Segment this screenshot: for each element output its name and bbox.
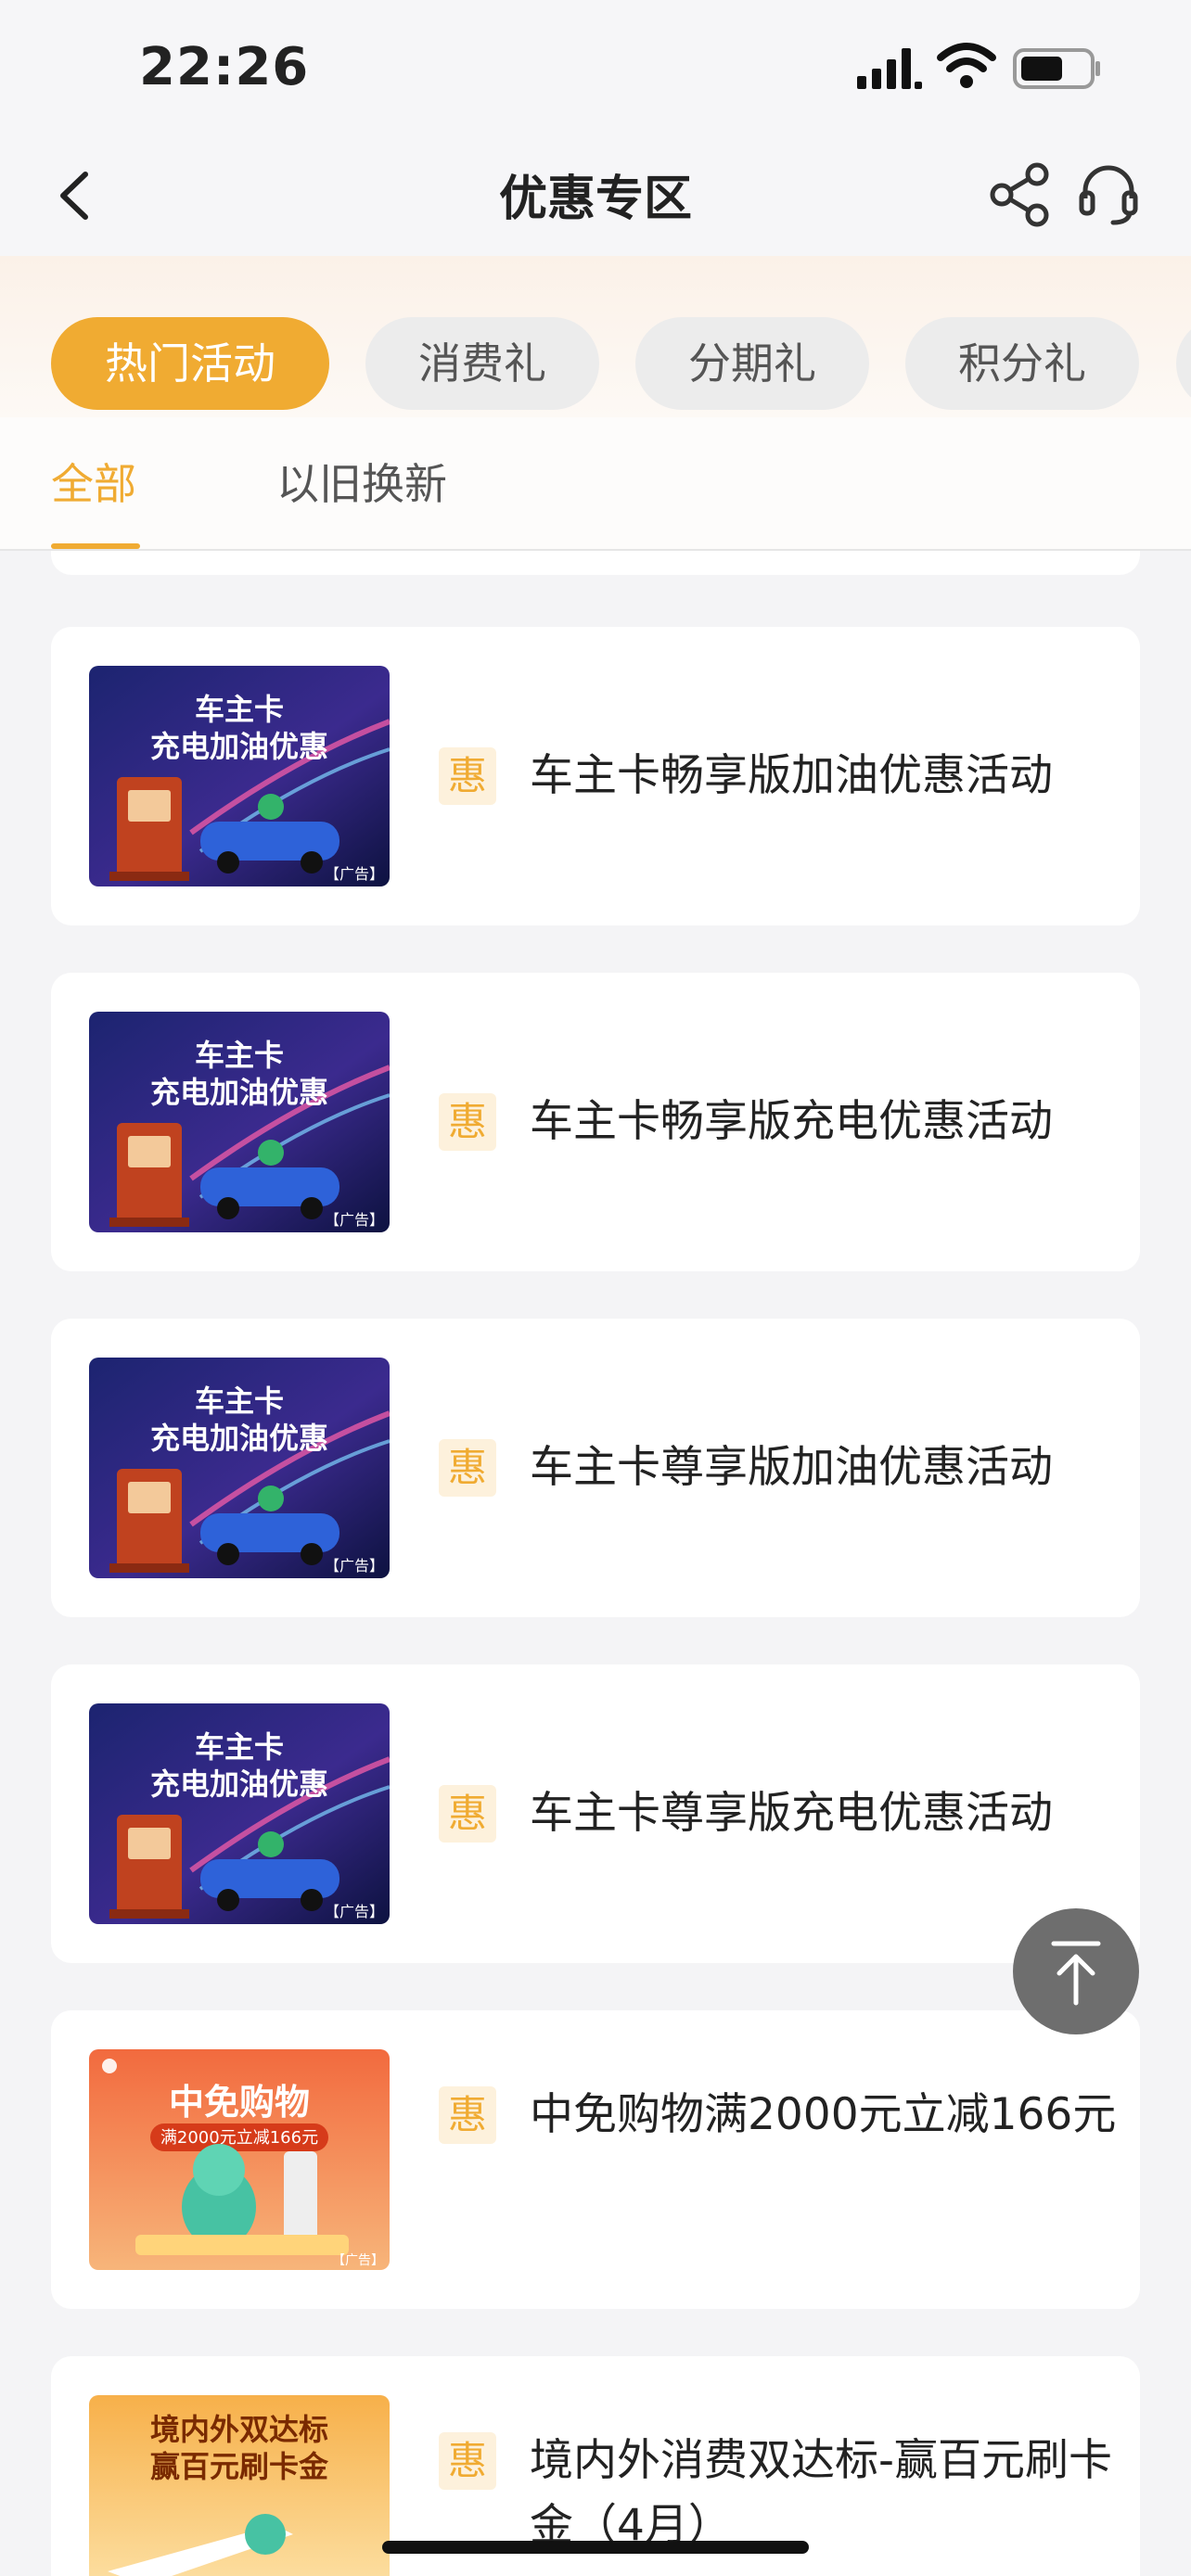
back-to-top-icon — [1051, 1941, 1101, 2006]
cellular-signal-icon — [857, 48, 922, 89]
banner-ad-label: 【广告】 — [325, 1903, 384, 1920]
banner-ad-label: 【广告】 — [325, 1557, 384, 1575]
chip-more[interactable] — [1176, 317, 1191, 410]
tab-trade-in[interactable]: 以旧换新 — [276, 451, 447, 512]
banner-line2: 赢百元刷卡金 — [150, 2449, 329, 2484]
offer-banner-image: 车主卡 充电加油优惠 【广告】 — [89, 1012, 390, 1232]
category-chips: 热门活动 消费礼 分期礼 积分礼 — [0, 256, 1191, 417]
discount-badge: 惠 — [439, 1093, 496, 1151]
list-item[interactable] — [51, 551, 1140, 575]
discount-badge: 惠 — [439, 1785, 496, 1843]
banner-line1: 车主卡 — [195, 1384, 284, 1419]
offer-banner-image: 车主卡 充电加油优惠 【广告】 — [89, 666, 390, 886]
banner-line2: 充电加油优惠 — [150, 1421, 328, 1456]
discount-badge: 惠 — [439, 1439, 496, 1497]
nav-bar: 优惠专区 — [0, 139, 1191, 256]
offer-banner-image: 车主卡 充电加油优惠 【广告】 — [89, 1703, 390, 1924]
offer-title: 中免购物满2000元立减166元 — [530, 2089, 1117, 2140]
offer-title: 车主卡尊享版加油优惠活动 — [530, 1442, 1053, 1493]
share-icon[interactable] — [987, 161, 1054, 228]
active-tab-indicator — [51, 543, 140, 549]
banner-line1: 车主卡 — [195, 692, 284, 727]
wifi-icon — [937, 43, 996, 88]
banner-line1: 中免购物 — [169, 2082, 310, 2123]
offer-list: 车主卡 充电加油优惠 【广告】 惠 车主卡畅享版加油优惠活动 车主卡 充电加油优… — [0, 551, 1191, 2576]
discount-badge: 惠 — [439, 2432, 496, 2490]
offer-title: 车主卡尊享版充电优惠活动 — [530, 1788, 1053, 1839]
status-bar: 22:26 — [0, 0, 1191, 139]
sub-tabs: 全部 以旧换新 — [0, 417, 1191, 551]
chip-installment-gift[interactable]: 分期礼 — [635, 317, 869, 410]
offer-title: 境内外消费双达标-赢百元刷卡金（4月） — [530, 2435, 1112, 2551]
offer-banner-image: 境内外双达标 赢百元刷卡金 — [89, 2395, 390, 2576]
discount-badge: 惠 — [439, 2086, 496, 2144]
chip-hot-activities[interactable]: 热门活动 — [51, 317, 329, 410]
tab-all[interactable]: 全部 — [51, 451, 136, 512]
banner-ad-label: 【广告】 — [332, 2253, 384, 2268]
banner-line2: 充电加油优惠 — [150, 729, 328, 764]
banner-line1: 境内外双达标 — [150, 2412, 328, 2447]
offer-card[interactable]: 中免购物 满2000元立减166元 【广告】 惠 中免购物满2000元立减166… — [51, 2010, 1140, 2309]
banner-ad-label: 【广告】 — [325, 865, 384, 883]
offer-card[interactable]: 车主卡 充电加油优惠 【广告】 惠 车主卡畅享版充电优惠活动 — [51, 973, 1140, 1271]
status-time: 22:26 — [139, 37, 310, 97]
back-to-top-button[interactable] — [1013, 1908, 1139, 2034]
discount-badge: 惠 — [439, 747, 496, 805]
offer-title: 车主卡畅享版加油优惠活动 — [530, 750, 1053, 801]
customer-service-icon[interactable] — [1076, 161, 1141, 228]
offer-card[interactable]: 车主卡 充电加油优惠 【广告】 惠 车主卡尊享版加油优惠活动 — [51, 1319, 1140, 1617]
banner-line1: 车主卡 — [195, 1729, 284, 1765]
chip-points-gift[interactable]: 积分礼 — [905, 317, 1139, 410]
offer-banner-image: 车主卡 充电加油优惠 【广告】 — [89, 1358, 390, 1578]
banner-line1: 车主卡 — [195, 1038, 284, 1073]
battery-icon — [1013, 48, 1100, 89]
offer-card[interactable]: 车主卡 充电加油优惠 【广告】 惠 车主卡尊享版充电优惠活动 — [51, 1664, 1140, 1963]
offer-card[interactable]: 车主卡 充电加油优惠 【广告】 惠 车主卡畅享版加油优惠活动 — [51, 627, 1140, 925]
banner-line2: 充电加油优惠 — [150, 1766, 328, 1802]
banner-line2: 充电加油优惠 — [150, 1075, 328, 1110]
home-indicator — [382, 2541, 809, 2554]
offer-banner-image: 中免购物 满2000元立减166元 【广告】 — [89, 2049, 390, 2270]
offer-title: 车主卡畅享版充电优惠活动 — [530, 1096, 1053, 1147]
banner-ad-label: 【广告】 — [325, 1211, 384, 1229]
chip-consumption-gift[interactable]: 消费礼 — [365, 317, 599, 410]
banner-line2: 满2000元立减166元 — [160, 2128, 318, 2148]
